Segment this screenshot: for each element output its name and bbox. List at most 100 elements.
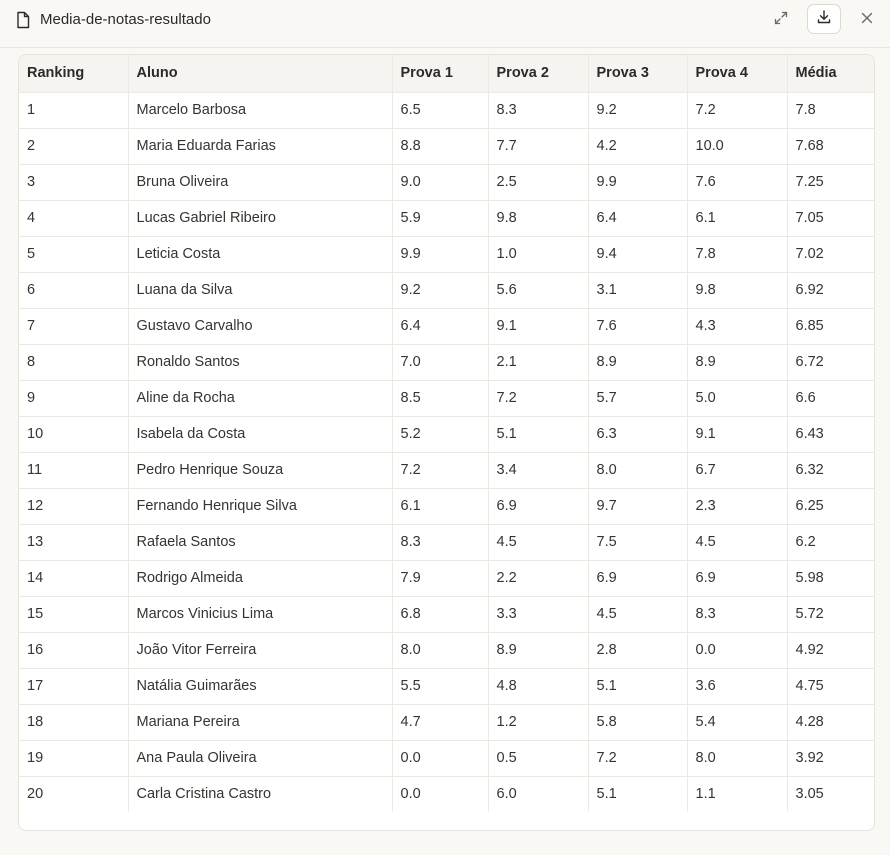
cell-ranking: 3: [19, 164, 129, 201]
cell-prova-1: 5.5: [392, 668, 489, 705]
cell-prova-3: 9.9: [588, 164, 688, 201]
column-header-media[interactable]: Média: [787, 55, 874, 93]
cell-ranking: 8: [19, 344, 129, 381]
column-header-ranking[interactable]: Ranking: [19, 55, 129, 93]
cell-ranking: 16: [19, 632, 129, 669]
cell-ranking: 15: [19, 596, 129, 633]
cell-prova-4: 7.6: [687, 164, 788, 201]
cell-aluno: Ronaldo Santos: [128, 344, 393, 381]
cell-prova-1: 6.1: [392, 488, 489, 525]
column-header-aluno[interactable]: Aluno: [128, 55, 393, 93]
cell-media: 4.75: [787, 668, 874, 705]
cell-aluno: Rodrigo Almeida: [128, 560, 393, 597]
expand-button[interactable]: [770, 9, 792, 31]
cell-prova-2: 5.6: [488, 272, 589, 309]
cell-ranking: 7: [19, 308, 129, 345]
cell-prova-4: 8.0: [687, 740, 788, 777]
cell-prova-1: 9.2: [392, 272, 489, 309]
cell-media: 7.8: [787, 92, 874, 129]
cell-prova-3: 5.1: [588, 776, 688, 812]
cell-prova-4: 6.9: [687, 560, 788, 597]
cell-aluno: Marcos Vinicius Lima: [128, 596, 393, 633]
close-button[interactable]: [856, 9, 878, 31]
cell-ranking: 6: [19, 272, 129, 309]
download-icon: [816, 9, 832, 30]
table-row: 19 Ana Paula Oliveira 0.0 0.5 7.2 8.0 3.92: [19, 740, 874, 777]
cell-prova-3: 7.2: [588, 740, 688, 777]
cell-prova-2: 6.0: [488, 776, 589, 812]
cell-prova-2: 4.8: [488, 668, 589, 705]
cell-ranking: 12: [19, 488, 129, 525]
cell-ranking: 20: [19, 776, 129, 812]
cell-aluno: Gustavo Carvalho: [128, 308, 393, 345]
cell-media: 5.72: [787, 596, 874, 633]
cell-ranking: 17: [19, 668, 129, 705]
cell-prova-4: 5.4: [687, 704, 788, 741]
results-table: Ranking Aluno Prova 1 Prova 2 Prova 3 Pr…: [19, 55, 874, 812]
cell-prova-3: 9.4: [588, 236, 688, 273]
cell-prova-1: 8.8: [392, 128, 489, 165]
cell-aluno: Fernando Henrique Silva: [128, 488, 393, 525]
cell-prova-1: 9.0: [392, 164, 489, 201]
cell-media: 6.85: [787, 308, 874, 345]
cell-prova-3: 5.1: [588, 668, 688, 705]
table-row: 18 Mariana Pereira 4.7 1.2 5.8 5.4 4.28: [19, 704, 874, 741]
cell-media: 7.68: [787, 128, 874, 165]
cell-media: 3.92: [787, 740, 874, 777]
cell-prova-2: 2.5: [488, 164, 589, 201]
results-table-container: Ranking Aluno Prova 1 Prova 2 Prova 3 Pr…: [18, 54, 875, 831]
cell-ranking: 2: [19, 128, 129, 165]
cell-prova-2: 1.0: [488, 236, 589, 273]
cell-prova-3: 3.1: [588, 272, 688, 309]
table-row: 9 Aline da Rocha 8.5 7.2 5.7 5.0 6.6: [19, 380, 874, 417]
cell-prova-4: 8.3: [687, 596, 788, 633]
cell-prova-2: 4.5: [488, 524, 589, 561]
file-icon: [15, 11, 31, 29]
table-row: 4 Lucas Gabriel Ribeiro 5.9 9.8 6.4 6.1 7.05: [19, 200, 874, 237]
cell-aluno: Lucas Gabriel Ribeiro: [128, 200, 393, 237]
cell-ranking: 4: [19, 200, 129, 237]
table-row: 6 Luana da Silva 9.2 5.6 3.1 9.8 6.92: [19, 272, 874, 309]
table-row: 8 Ronaldo Santos 7.0 2.1 8.9 8.9 6.72: [19, 344, 874, 381]
table-row: 15 Marcos Vinicius Lima 6.8 3.3 4.5 8.3 5.72: [19, 596, 874, 633]
cell-prova-4: 4.5: [687, 524, 788, 561]
cell-prova-1: 8.3: [392, 524, 489, 561]
cell-ranking: 13: [19, 524, 129, 561]
cell-aluno: Marcelo Barbosa: [128, 92, 393, 129]
column-header-prova-4[interactable]: Prova 4: [687, 55, 788, 93]
cell-prova-4: 9.8: [687, 272, 788, 309]
cell-aluno: Isabela da Costa: [128, 416, 393, 453]
download-button[interactable]: [807, 4, 841, 34]
cell-prova-2: 3.3: [488, 596, 589, 633]
cell-prova-1: 9.9: [392, 236, 489, 273]
cell-aluno: Luana da Silva: [128, 272, 393, 309]
cell-prova-2: 5.1: [488, 416, 589, 453]
cell-prova-1: 5.2: [392, 416, 489, 453]
cell-media: 6.2: [787, 524, 874, 561]
column-header-prova-3[interactable]: Prova 3: [588, 55, 688, 93]
cell-aluno: Ana Paula Oliveira: [128, 740, 393, 777]
cell-prova-1: 7.2: [392, 452, 489, 489]
cell-prova-2: 6.9: [488, 488, 589, 525]
cell-ranking: 10: [19, 416, 129, 453]
cell-prova-4: 3.6: [687, 668, 788, 705]
cell-prova-4: 2.3: [687, 488, 788, 525]
cell-prova-1: 7.9: [392, 560, 489, 597]
cell-prova-2: 8.9: [488, 632, 589, 669]
cell-prova-3: 8.9: [588, 344, 688, 381]
cell-prova-3: 5.7: [588, 380, 688, 417]
cell-prova-1: 0.0: [392, 776, 489, 812]
cell-prova-3: 8.0: [588, 452, 688, 489]
cell-prova-4: 7.2: [687, 92, 788, 129]
column-header-prova-1[interactable]: Prova 1: [392, 55, 489, 93]
cell-prova-3: 2.8: [588, 632, 688, 669]
cell-prova-1: 8.5: [392, 380, 489, 417]
cell-prova-3: 6.9: [588, 560, 688, 597]
column-header-prova-2[interactable]: Prova 2: [488, 55, 589, 93]
cell-ranking: 1: [19, 92, 129, 129]
cell-prova-1: 5.9: [392, 200, 489, 237]
cell-media: 7.02: [787, 236, 874, 273]
table-header-row: Ranking Aluno Prova 1 Prova 2 Prova 3 Pr…: [19, 55, 874, 93]
cell-prova-4: 6.7: [687, 452, 788, 489]
cell-prova-3: 7.5: [588, 524, 688, 561]
